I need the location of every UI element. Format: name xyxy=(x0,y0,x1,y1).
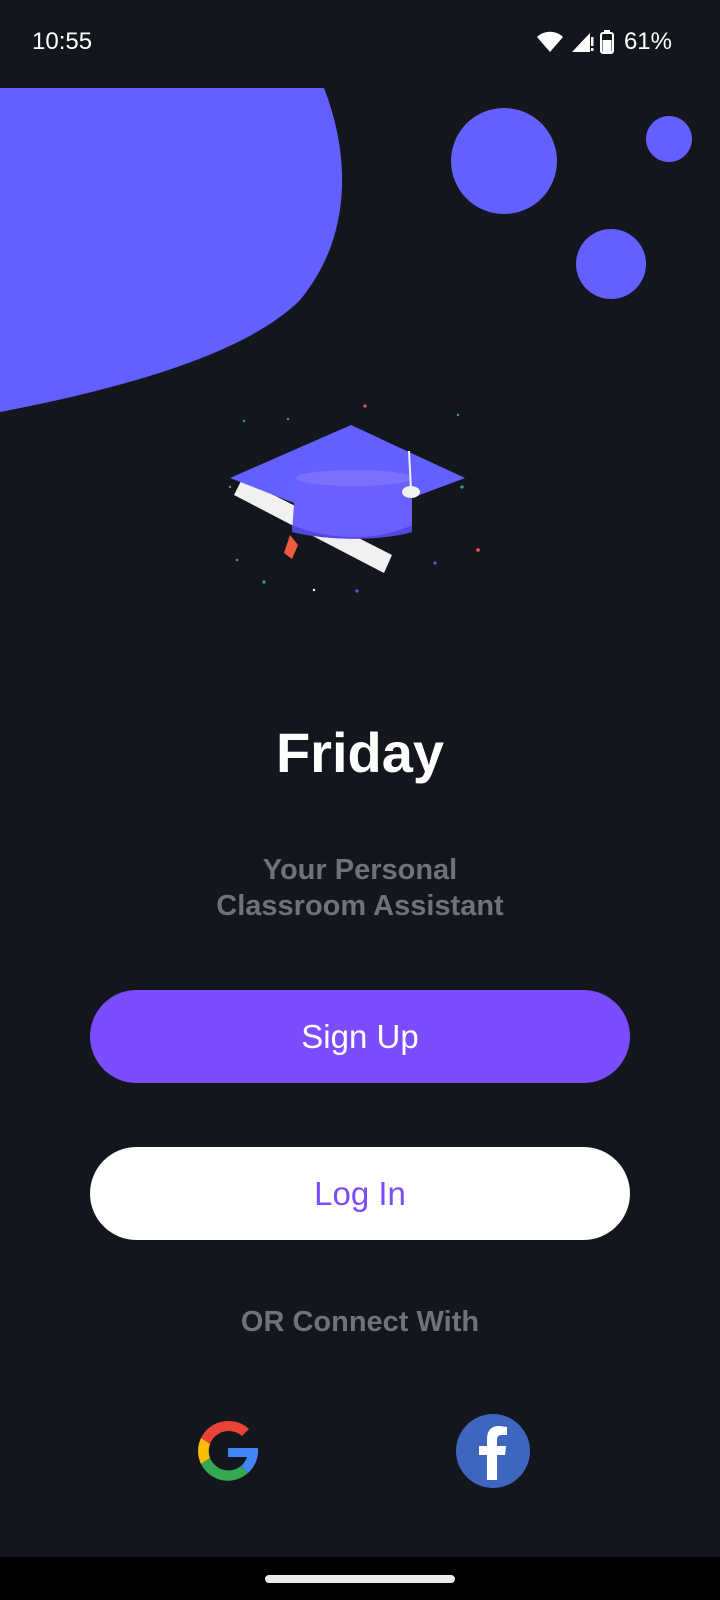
bubble-large xyxy=(451,108,557,214)
cap-body xyxy=(292,478,412,539)
log-in-button[interactable]: Log In xyxy=(90,1147,630,1240)
home-gesture-handle[interactable] xyxy=(265,1575,455,1583)
google-icon[interactable] xyxy=(188,1411,268,1491)
tagline-line-1: Your Personal xyxy=(262,854,458,886)
sign-up-button[interactable]: Sign Up xyxy=(90,990,630,1083)
tagline-line-2: Classroom Assistant xyxy=(216,890,504,922)
graduation-cap-illustration xyxy=(228,404,480,593)
facebook-icon[interactable] xyxy=(453,1408,533,1488)
corner-blob xyxy=(0,88,343,412)
decorative-background xyxy=(0,88,692,412)
bubble-medium xyxy=(576,229,646,299)
app-tagline: Your Personal Classroom Assistant xyxy=(0,852,720,924)
connect-with-label: OR Connect With xyxy=(240,1306,480,1338)
bubble-small xyxy=(646,116,692,162)
app-title: Friday xyxy=(275,721,445,784)
